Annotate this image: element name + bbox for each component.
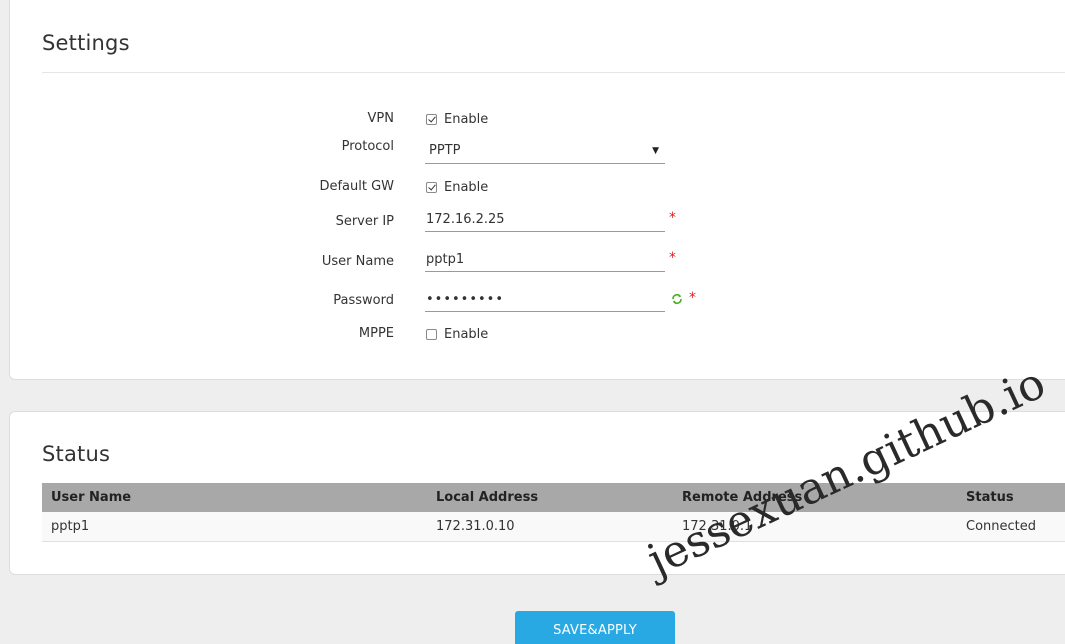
- settings-panel: Settings: [9, 0, 1065, 380]
- default-gw-enable-label: Enable: [444, 179, 489, 195]
- column-header-status: Status: [966, 490, 1014, 505]
- dropdown-arrow-icon: ▼: [652, 146, 659, 156]
- password-label: Password: [333, 293, 394, 308]
- password-input[interactable]: [425, 288, 665, 312]
- mppe-label: MPPE: [358, 326, 394, 341]
- settings-title: Settings: [42, 31, 130, 55]
- vpn-enable-label: Enable: [444, 111, 489, 127]
- column-header-user-name: User Name: [51, 490, 132, 505]
- user-name-label: User Name: [321, 254, 394, 269]
- user-name-required-mark: *: [669, 250, 676, 266]
- mppe-enable-label: Enable: [444, 326, 489, 342]
- mppe-enable-toggle[interactable]: Enable: [426, 326, 488, 342]
- refresh-icon[interactable]: [671, 293, 683, 305]
- row-status: Connected: [966, 519, 1037, 534]
- protocol-select[interactable]: PPTP ▼: [425, 138, 665, 164]
- row-local-address: 172.31.0.10: [436, 519, 515, 534]
- row-user-name: pptp1: [51, 519, 90, 534]
- vpn-enable-checkbox[interactable]: [426, 113, 437, 125]
- row-remote-address: 172.31.0.1: [682, 519, 753, 534]
- mppe-enable-checkbox[interactable]: [426, 328, 437, 340]
- vpn-enable-toggle[interactable]: Enable: [426, 111, 488, 127]
- server-ip-input[interactable]: [425, 208, 665, 232]
- default-gw-enable-checkbox[interactable]: [426, 181, 437, 193]
- table-row: pptp1 172.31.0.10 172.31.0.1 Connected: [42, 512, 1065, 542]
- protocol-selected-value: PPTP: [429, 143, 461, 158]
- default-gw-enable-toggle[interactable]: Enable: [426, 179, 488, 195]
- vpn-label: VPN: [367, 111, 394, 126]
- save-apply-button[interactable]: SAVE&APPLY: [515, 611, 675, 644]
- password-required-mark: *: [689, 290, 696, 306]
- column-header-local-address: Local Address: [436, 490, 539, 505]
- server-ip-required-mark: *: [669, 210, 676, 226]
- status-panel: Status User Name Local Address Remote Ad…: [9, 411, 1065, 575]
- status-title: Status: [42, 442, 111, 466]
- status-table: User Name Local Address Remote Address S…: [42, 483, 1065, 542]
- column-header-remote-address: Remote Address: [682, 490, 803, 505]
- default-gw-label: Default GW: [319, 179, 394, 194]
- server-ip-label: Server IP: [335, 214, 394, 229]
- user-name-input[interactable]: [425, 248, 665, 272]
- settings-divider: [42, 72, 1065, 73]
- status-table-header: User Name Local Address Remote Address S…: [42, 483, 1065, 512]
- protocol-label: Protocol: [341, 139, 394, 154]
